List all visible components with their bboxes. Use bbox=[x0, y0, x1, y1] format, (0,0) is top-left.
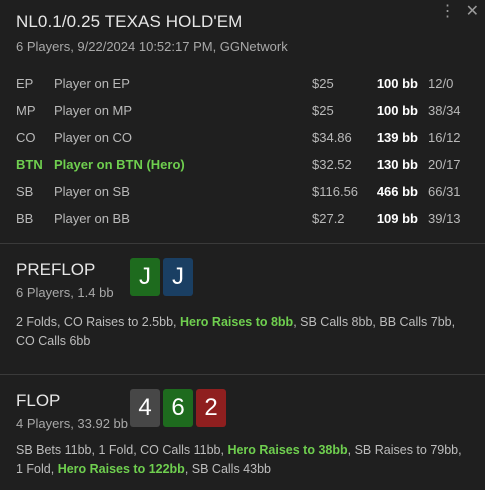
street-title-block: FLOP 4 Players, 33.92 bb bbox=[16, 391, 130, 431]
player-position: CO bbox=[16, 130, 36, 145]
player-position: BTN bbox=[16, 157, 43, 172]
player-name: Player on EP bbox=[54, 76, 130, 91]
player-stack-bb: 109 bb bbox=[376, 211, 418, 226]
street-actions: 2 Folds, CO Raises to 2.5bb, Hero Raises… bbox=[16, 313, 469, 351]
street-flop: FLOP 4 Players, 33.92 bb 4 6 2 SB Bets 1… bbox=[0, 375, 485, 490]
street-name: FLOP bbox=[16, 391, 61, 410]
street-title-block: PREFLOP 6 Players, 1.4 bb bbox=[16, 260, 130, 300]
hole-cards: J J bbox=[130, 258, 193, 296]
player-name: Player on BTN (Hero) bbox=[54, 157, 185, 172]
player-stack: $27.2 bbox=[312, 211, 345, 226]
player-stack-bb: 466 bb bbox=[376, 184, 418, 199]
player-stack-bb: 139 bb bbox=[376, 130, 418, 145]
player-position: SB bbox=[16, 184, 34, 199]
player-name: Player on SB bbox=[54, 184, 130, 199]
hand-title: NL0.1/0.25 TEXAS HOLD'EM bbox=[16, 12, 243, 31]
board-cards: 4 6 2 bbox=[130, 389, 226, 427]
player-stats: 12/0 bbox=[428, 76, 454, 91]
playing-card: 6 bbox=[163, 389, 193, 427]
player-stack: $116.56 bbox=[312, 184, 359, 199]
action-text: Hero Raises to 8bb bbox=[179, 315, 294, 329]
street-header: PREFLOP 6 Players, 1.4 bb J J bbox=[16, 258, 469, 300]
player-row[interactable]: BTN Player on BTN (Hero) $32.52 130 bb 2… bbox=[16, 151, 469, 178]
player-stack: $32.52 bbox=[312, 157, 352, 172]
player-stack-bb: 100 bb bbox=[376, 76, 418, 91]
player-row[interactable]: SB Player on SB $116.56 466 bb 66/31 bbox=[16, 178, 469, 205]
action-text: , SB Calls 43bb bbox=[184, 462, 271, 476]
street-info: 4 Players, 33.92 bb bbox=[16, 416, 129, 431]
hand-header: NL0.1/0.25 TEXAS HOLD'EM 6 Players, 9/22… bbox=[0, 0, 485, 244]
action-text: 2 Folds, CO Raises to 2.5bb, bbox=[16, 315, 180, 329]
player-position: BB bbox=[16, 211, 34, 226]
hand-subtitle: 6 Players, 9/22/2024 10:52:17 PM, GGNetw… bbox=[16, 39, 288, 54]
player-row[interactable]: MP Player on MP $25 100 bb 38/34 bbox=[16, 97, 469, 124]
player-name: Player on MP bbox=[54, 103, 133, 118]
action-text: Hero Raises to 122bb bbox=[57, 462, 185, 476]
street-name: PREFLOP bbox=[16, 260, 96, 279]
street-preflop: PREFLOP 6 Players, 1.4 bb J J 2 Folds, C… bbox=[0, 244, 485, 375]
player-stack-bb: 100 bb bbox=[376, 103, 418, 118]
window-controls: ⋮ ✕ bbox=[440, 4, 479, 20]
playing-card: 2 bbox=[196, 389, 226, 427]
player-row[interactable]: CO Player on CO $34.86 139 bb 16/12 bbox=[16, 124, 469, 151]
more-options-icon[interactable]: ⋮ bbox=[440, 4, 456, 20]
player-position: MP bbox=[16, 103, 36, 118]
action-text: SB Bets 11bb, 1 Fold, CO Calls 11bb, bbox=[16, 443, 228, 457]
player-stats: 16/12 bbox=[428, 130, 461, 145]
close-icon[interactable]: ✕ bbox=[466, 4, 479, 20]
player-stack-bb: 130 bb bbox=[376, 157, 418, 172]
playing-card: J bbox=[130, 258, 160, 296]
player-stack: $25 bbox=[312, 103, 334, 118]
player-stack: $25 bbox=[312, 76, 334, 91]
street-actions: SB Bets 11bb, 1 Fold, CO Calls 11bb, Her… bbox=[16, 441, 469, 479]
player-stats: 38/34 bbox=[428, 103, 461, 118]
player-position: EP bbox=[16, 76, 34, 91]
player-row[interactable]: EP Player on EP $25 100 bb 12/0 bbox=[16, 70, 469, 97]
players-list: EP Player on EP $25 100 bb 12/0 MP Playe… bbox=[16, 70, 469, 232]
player-name: Player on BB bbox=[54, 211, 130, 226]
player-row[interactable]: BB Player on BB $27.2 109 bb 39/13 bbox=[16, 205, 469, 232]
action-text: Hero Raises to 38bb bbox=[227, 443, 348, 457]
player-stack: $34.86 bbox=[312, 130, 352, 145]
player-stats: 66/31 bbox=[428, 184, 461, 199]
street-info: 6 Players, 1.4 bb bbox=[16, 285, 114, 300]
player-stats: 39/13 bbox=[428, 211, 461, 226]
player-stats: 20/17 bbox=[428, 157, 461, 172]
playing-card: 4 bbox=[130, 389, 160, 427]
playing-card: J bbox=[163, 258, 193, 296]
player-name: Player on CO bbox=[54, 130, 133, 145]
street-header: FLOP 4 Players, 33.92 bb 4 6 2 bbox=[16, 389, 469, 431]
